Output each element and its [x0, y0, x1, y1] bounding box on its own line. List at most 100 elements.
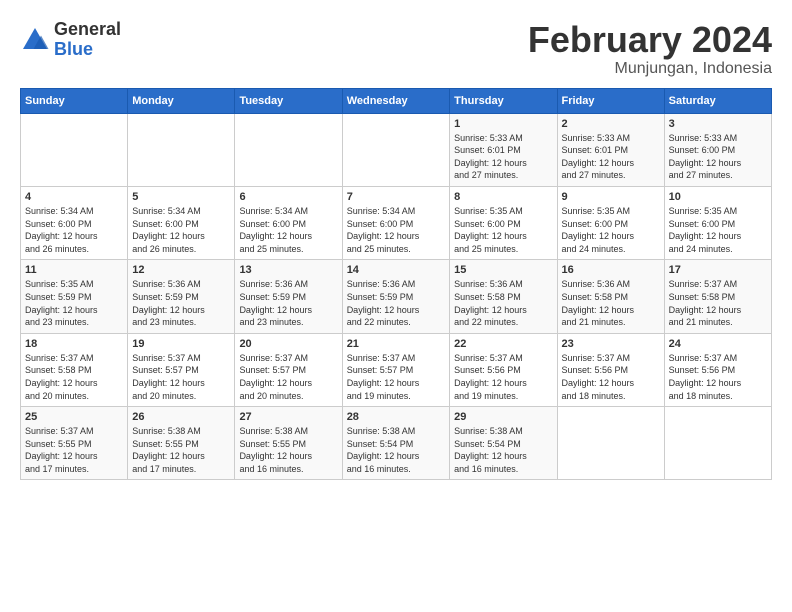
weekday-header-thursday: Thursday [450, 88, 557, 113]
weekday-header-row: SundayMondayTuesdayWednesdayThursdayFrid… [21, 88, 772, 113]
calendar-cell [342, 113, 449, 186]
day-info: Sunrise: 5:37 AM Sunset: 5:57 PM Dayligh… [347, 352, 445, 402]
day-info: Sunrise: 5:34 AM Sunset: 6:00 PM Dayligh… [25, 205, 123, 255]
week-row-3: 11 Sunrise: 5:35 AM Sunset: 5:59 PM Dayli… [21, 260, 772, 333]
calendar-cell: 19 Sunrise: 5:37 AM Sunset: 5:57 PM Dayli… [128, 333, 235, 406]
day-info: Sunrise: 5:33 AM Sunset: 6:01 PM Dayligh… [562, 132, 660, 182]
calendar-cell: 5 Sunrise: 5:34 AM Sunset: 6:00 PM Daylig… [128, 186, 235, 259]
day-info: Sunrise: 5:36 AM Sunset: 5:59 PM Dayligh… [132, 278, 230, 328]
day-info: Sunrise: 5:37 AM Sunset: 5:57 PM Dayligh… [132, 352, 230, 402]
day-info: Sunrise: 5:38 AM Sunset: 5:54 PM Dayligh… [347, 425, 445, 475]
day-number: 8 [454, 191, 552, 203]
calendar-cell: 14 Sunrise: 5:36 AM Sunset: 5:59 PM Dayli… [342, 260, 449, 333]
day-number: 16 [562, 264, 660, 276]
day-info: Sunrise: 5:34 AM Sunset: 6:00 PM Dayligh… [239, 205, 337, 255]
page-header: General Blue February 2024 Munjungan, In… [20, 20, 772, 78]
calendar-cell: 6 Sunrise: 5:34 AM Sunset: 6:00 PM Daylig… [235, 186, 342, 259]
day-number: 7 [347, 191, 445, 203]
day-number: 19 [132, 338, 230, 350]
logo-text: General Blue [54, 20, 121, 60]
calendar-cell: 2Sunrise: 5:33 AM Sunset: 6:01 PM Daylig… [557, 113, 664, 186]
day-number: 11 [25, 264, 123, 276]
calendar-cell: 9 Sunrise: 5:35 AM Sunset: 6:00 PM Daylig… [557, 186, 664, 259]
day-info: Sunrise: 5:37 AM Sunset: 5:55 PM Dayligh… [25, 425, 123, 475]
day-info: Sunrise: 5:34 AM Sunset: 6:00 PM Dayligh… [347, 205, 445, 255]
day-info: Sunrise: 5:37 AM Sunset: 5:58 PM Dayligh… [669, 278, 767, 328]
day-number: 20 [239, 338, 337, 350]
week-row-5: 25 Sunrise: 5:37 AM Sunset: 5:55 PM Dayli… [21, 407, 772, 480]
logo-blue: Blue [54, 40, 121, 60]
weekday-header-wednesday: Wednesday [342, 88, 449, 113]
calendar-cell: 7 Sunrise: 5:34 AM Sunset: 6:00 PM Daylig… [342, 186, 449, 259]
calendar-cell [235, 113, 342, 186]
day-info: Sunrise: 5:34 AM Sunset: 6:00 PM Dayligh… [132, 205, 230, 255]
calendar-cell: 24 Sunrise: 5:37 AM Sunset: 5:56 PM Dayli… [664, 333, 771, 406]
day-number: 26 [132, 411, 230, 423]
day-info: Sunrise: 5:38 AM Sunset: 5:55 PM Dayligh… [239, 425, 337, 475]
day-info: Sunrise: 5:33 AM Sunset: 6:00 PM Dayligh… [669, 132, 767, 182]
day-info: Sunrise: 5:37 AM Sunset: 5:56 PM Dayligh… [562, 352, 660, 402]
day-info: Sunrise: 5:36 AM Sunset: 5:59 PM Dayligh… [347, 278, 445, 328]
day-info: Sunrise: 5:37 AM Sunset: 5:57 PM Dayligh… [239, 352, 337, 402]
calendar-table: SundayMondayTuesdayWednesdayThursdayFrid… [20, 88, 772, 481]
day-number: 12 [132, 264, 230, 276]
calendar-cell [557, 407, 664, 480]
weekday-header-saturday: Saturday [664, 88, 771, 113]
week-row-1: 1 Sunrise: 5:33 AM Sunset: 6:01 PM Daylig… [21, 113, 772, 186]
day-number: 15 [454, 264, 552, 276]
location: Munjungan, Indonesia [528, 60, 772, 78]
weekday-header-sunday: Sunday [21, 88, 128, 113]
calendar-cell: 17 Sunrise: 5:37 AM Sunset: 5:58 PM Dayli… [664, 260, 771, 333]
day-number: 17 [669, 264, 767, 276]
day-number: 4 [25, 191, 123, 203]
calendar-cell: 12 Sunrise: 5:36 AM Sunset: 5:59 PM Dayli… [128, 260, 235, 333]
calendar-cell: 13 Sunrise: 5:36 AM Sunset: 5:59 PM Dayli… [235, 260, 342, 333]
day-info: Sunrise: 5:37 AM Sunset: 5:56 PM Dayligh… [669, 352, 767, 402]
calendar-cell [664, 407, 771, 480]
day-info: Sunrise: 5:36 AM Sunset: 5:59 PM Dayligh… [239, 278, 337, 328]
day-number: 5 [132, 191, 230, 203]
calendar-cell: 11 Sunrise: 5:35 AM Sunset: 5:59 PM Dayli… [21, 260, 128, 333]
calendar-cell: 16Sunrise: 5:36 AM Sunset: 5:58 PM Dayli… [557, 260, 664, 333]
day-number: 6 [239, 191, 337, 203]
calendar-cell: 22Sunrise: 5:37 AM Sunset: 5:56 PM Dayli… [450, 333, 557, 406]
calendar-cell: 25 Sunrise: 5:37 AM Sunset: 5:55 PM Dayli… [21, 407, 128, 480]
calendar-cell: 27 Sunrise: 5:38 AM Sunset: 5:55 PM Dayli… [235, 407, 342, 480]
day-number: 9 [562, 191, 660, 203]
day-number: 21 [347, 338, 445, 350]
weekday-header-friday: Friday [557, 88, 664, 113]
week-row-4: 18 Sunrise: 5:37 AM Sunset: 5:58 PM Dayli… [21, 333, 772, 406]
calendar-cell: 28Sunrise: 5:38 AM Sunset: 5:54 PM Dayli… [342, 407, 449, 480]
calendar-cell: 20 Sunrise: 5:37 AM Sunset: 5:57 PM Dayli… [235, 333, 342, 406]
day-number: 18 [25, 338, 123, 350]
calendar-cell: 4 Sunrise: 5:34 AM Sunset: 6:00 PM Daylig… [21, 186, 128, 259]
weekday-header-tuesday: Tuesday [235, 88, 342, 113]
day-info: Sunrise: 5:36 AM Sunset: 5:58 PM Dayligh… [454, 278, 552, 328]
day-info: Sunrise: 5:33 AM Sunset: 6:01 PM Dayligh… [454, 132, 552, 182]
calendar-cell: 15 Sunrise: 5:36 AM Sunset: 5:58 PM Dayli… [450, 260, 557, 333]
day-number: 23 [562, 338, 660, 350]
day-info: Sunrise: 5:35 AM Sunset: 5:59 PM Dayligh… [25, 278, 123, 328]
calendar-cell: 21 Sunrise: 5:37 AM Sunset: 5:57 PM Dayli… [342, 333, 449, 406]
day-info: Sunrise: 5:37 AM Sunset: 5:58 PM Dayligh… [25, 352, 123, 402]
day-number: 10 [669, 191, 767, 203]
day-number: 13 [239, 264, 337, 276]
day-info: Sunrise: 5:35 AM Sunset: 6:00 PM Dayligh… [562, 205, 660, 255]
day-number: 14 [347, 264, 445, 276]
day-info: Sunrise: 5:35 AM Sunset: 6:00 PM Dayligh… [454, 205, 552, 255]
calendar-cell: 23 Sunrise: 5:37 AM Sunset: 5:56 PM Dayli… [557, 333, 664, 406]
week-row-2: 4 Sunrise: 5:34 AM Sunset: 6:00 PM Daylig… [21, 186, 772, 259]
calendar-cell: 18 Sunrise: 5:37 AM Sunset: 5:58 PM Dayli… [21, 333, 128, 406]
day-number: 25 [25, 411, 123, 423]
day-info: Sunrise: 5:38 AM Sunset: 5:55 PM Dayligh… [132, 425, 230, 475]
day-number: 24 [669, 338, 767, 350]
day-number: 27 [239, 411, 337, 423]
calendar-cell: 10Sunrise: 5:35 AM Sunset: 6:00 PM Dayli… [664, 186, 771, 259]
month-title: February 2024 [528, 20, 772, 60]
calendar-cell: 26 Sunrise: 5:38 AM Sunset: 5:55 PM Dayli… [128, 407, 235, 480]
day-number: 22 [454, 338, 552, 350]
logo-icon [20, 25, 50, 55]
day-number: 1 [454, 118, 552, 130]
calendar-cell: 1 Sunrise: 5:33 AM Sunset: 6:01 PM Daylig… [450, 113, 557, 186]
day-number: 3 [669, 118, 767, 130]
